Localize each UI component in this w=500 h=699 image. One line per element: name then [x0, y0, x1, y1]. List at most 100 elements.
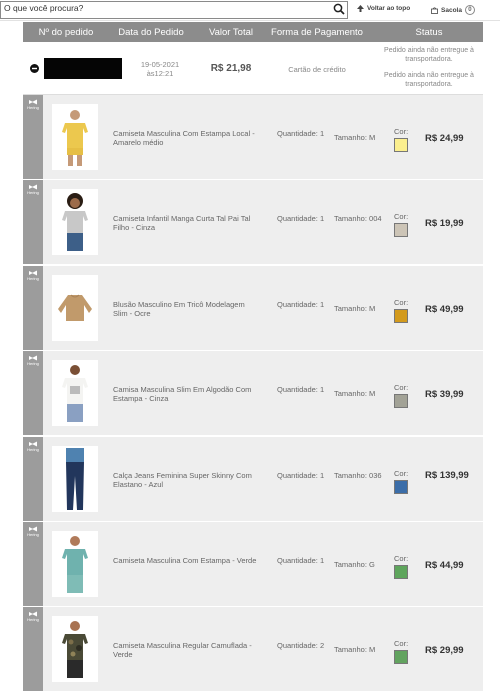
- product-size: Tamanho: M: [334, 645, 376, 655]
- product-size: Tamanho: M: [334, 389, 376, 399]
- color-label: Cor:: [394, 212, 409, 222]
- header-status: Status: [415, 27, 443, 38]
- brand-logo: Hering: [24, 441, 42, 452]
- product-name[interactable]: Camiseta Masculina Com Estampa Local - A…: [113, 129, 258, 147]
- redacted-order-number: [44, 58, 122, 79]
- brand-name: Hering: [27, 275, 39, 281]
- product-name[interactable]: Camiseta Masculina Regular Camuflada - V…: [113, 641, 258, 659]
- brand-strip: Hering: [23, 351, 43, 436]
- search-placeholder: O que você procura?: [4, 3, 84, 13]
- product-quantity: Quantidade: 1: [277, 129, 325, 138]
- product-image[interactable]: [52, 104, 98, 170]
- product-name[interactable]: Calça Jeans Feminina Super Skinny Com El…: [113, 471, 258, 489]
- color-label: Cor:: [394, 468, 409, 478]
- product-price: R$ 24,99: [425, 133, 464, 144]
- brand-strip: Hering: [23, 521, 43, 606]
- brand-name: Hering: [27, 105, 39, 110]
- order-item: Hering Camiseta Masculina Com Estampa Lo…: [23, 95, 483, 179]
- product-quantity: Quantidade: 1: [277, 214, 325, 224]
- search-input[interactable]: O que você procura?: [0, 1, 348, 19]
- brand-logo: Hering: [24, 611, 42, 622]
- product-quantity: Quantidade: 1: [277, 299, 325, 309]
- order-item: Hering Camisa Masculina Slim Em Algodão …: [23, 351, 483, 436]
- order-items: Hering Camiseta Masculina Com Estampa Lo…: [23, 95, 483, 693]
- header-order-date: Data do Pedido: [118, 27, 184, 38]
- product-image[interactable]: [52, 530, 98, 597]
- order-date-day: 19-05-2021: [140, 60, 180, 69]
- product-size: Tamanho: M: [334, 133, 376, 142]
- product-image[interactable]: [52, 360, 98, 427]
- color-swatch: [394, 650, 408, 665]
- color-label: Cor:: [394, 383, 409, 393]
- product-size: Tamanho: 036: [334, 470, 382, 480]
- product-image[interactable]: [52, 616, 98, 683]
- order-item: Hering Camiseta Masculina Com Estampa - …: [23, 521, 483, 606]
- color-swatch: [394, 479, 408, 494]
- brand-name: Hering: [27, 531, 39, 537]
- product-name[interactable]: Camiseta Infantil Manga Curta Tal Pai Ta…: [113, 214, 258, 232]
- search-icon[interactable]: [333, 3, 345, 15]
- order-status: Pedido ainda não entregue à transportado…: [377, 46, 481, 96]
- product-size: Tamanho: G: [334, 559, 375, 569]
- product-name[interactable]: Camisa Masculina Slim Em Algodão Com Est…: [113, 385, 258, 403]
- order-item: Hering Blusão Masculino Em Tricô Modelag…: [23, 265, 483, 350]
- color-swatch: [394, 308, 408, 323]
- brand-logo: Hering: [24, 99, 42, 110]
- brand-strip: Hering: [23, 95, 43, 179]
- color-label: Cor:: [394, 297, 409, 307]
- brand-logo: Hering: [24, 355, 42, 366]
- bag-label: Sacola: [441, 6, 462, 14]
- bag-icon: [431, 6, 438, 14]
- product-image[interactable]: [52, 274, 98, 341]
- product-quantity: Quantidade: 1: [277, 555, 325, 565]
- product-price: R$ 19,99: [425, 218, 464, 230]
- product-quantity: Quantidade: 1: [277, 470, 325, 480]
- product-size: Tamanho: M: [334, 303, 376, 313]
- collapse-icon[interactable]: [30, 64, 39, 73]
- order-date: 19-05-2021 às12:21: [131, 60, 189, 78]
- order-date-time: às12:21: [146, 69, 174, 78]
- brand-logo: Hering: [24, 270, 42, 281]
- back-to-top-label: Voltar ao topo: [367, 5, 411, 12]
- brand-strip: Hering: [23, 180, 43, 265]
- product-image[interactable]: [52, 445, 98, 512]
- color-swatch: [394, 223, 408, 238]
- product-price: R$ 139,99: [425, 469, 469, 481]
- order-total: R$ 21,98: [210, 63, 252, 74]
- bag-link[interactable]: Sacola 0: [431, 5, 475, 15]
- color-label: Cor:: [394, 639, 409, 649]
- orders-table-header: Nº do pedido Data do Pedido Valor Total …: [23, 22, 483, 42]
- arrow-up-icon: [357, 5, 364, 12]
- brand-logo: Hering: [24, 526, 42, 537]
- brand-strip: Hering: [23, 436, 43, 521]
- order-item: Hering Camiseta Masculina Regular Camufl…: [23, 607, 483, 692]
- order-status-line-2: Pedido ainda não entregue à transportado…: [384, 72, 474, 88]
- brand-logo: Hering: [24, 184, 42, 195]
- color-swatch: [394, 394, 408, 409]
- brand-name: Hering: [27, 617, 39, 623]
- order-item: Hering Calça Jeans Feminina Super Skinny…: [23, 436, 483, 521]
- product-quantity: Quantidade: 1: [277, 385, 325, 395]
- color-label: Cor:: [394, 127, 409, 136]
- product-quantity: Quantidade: 2: [277, 641, 325, 651]
- product-price: R$ 29,99: [425, 645, 464, 657]
- product-price: R$ 49,99: [425, 303, 464, 315]
- header-order-number: Nº do pedido: [38, 27, 94, 38]
- brand-strip: Hering: [23, 607, 43, 692]
- product-price: R$ 39,99: [425, 389, 464, 401]
- back-to-top-link[interactable]: Voltar ao topo: [357, 5, 410, 12]
- page-gutter: [483, 95, 500, 699]
- brand-strip: Hering: [23, 265, 43, 350]
- brand-name: Hering: [27, 190, 39, 196]
- product-name[interactable]: Camiseta Masculina Com Estampa - Verde: [113, 556, 258, 565]
- header-payment-method: Forma de Pagamento: [271, 27, 363, 38]
- product-price: R$ 44,99: [425, 559, 464, 571]
- bag-count-badge: 0: [464, 5, 475, 15]
- order-payment: Cartão de crédito: [288, 65, 346, 74]
- color-swatch: [394, 138, 408, 152]
- color-swatch: [394, 564, 408, 579]
- order-status-line-1: Pedido ainda não entregue à transportado…: [384, 47, 474, 63]
- product-image[interactable]: [52, 189, 98, 256]
- product-name[interactable]: Blusão Masculino Em Tricô Modelagem Slim…: [113, 300, 258, 318]
- order-row[interactable]: 19-05-2021 às12:21 R$ 21,98 Cartão de cr…: [23, 42, 483, 95]
